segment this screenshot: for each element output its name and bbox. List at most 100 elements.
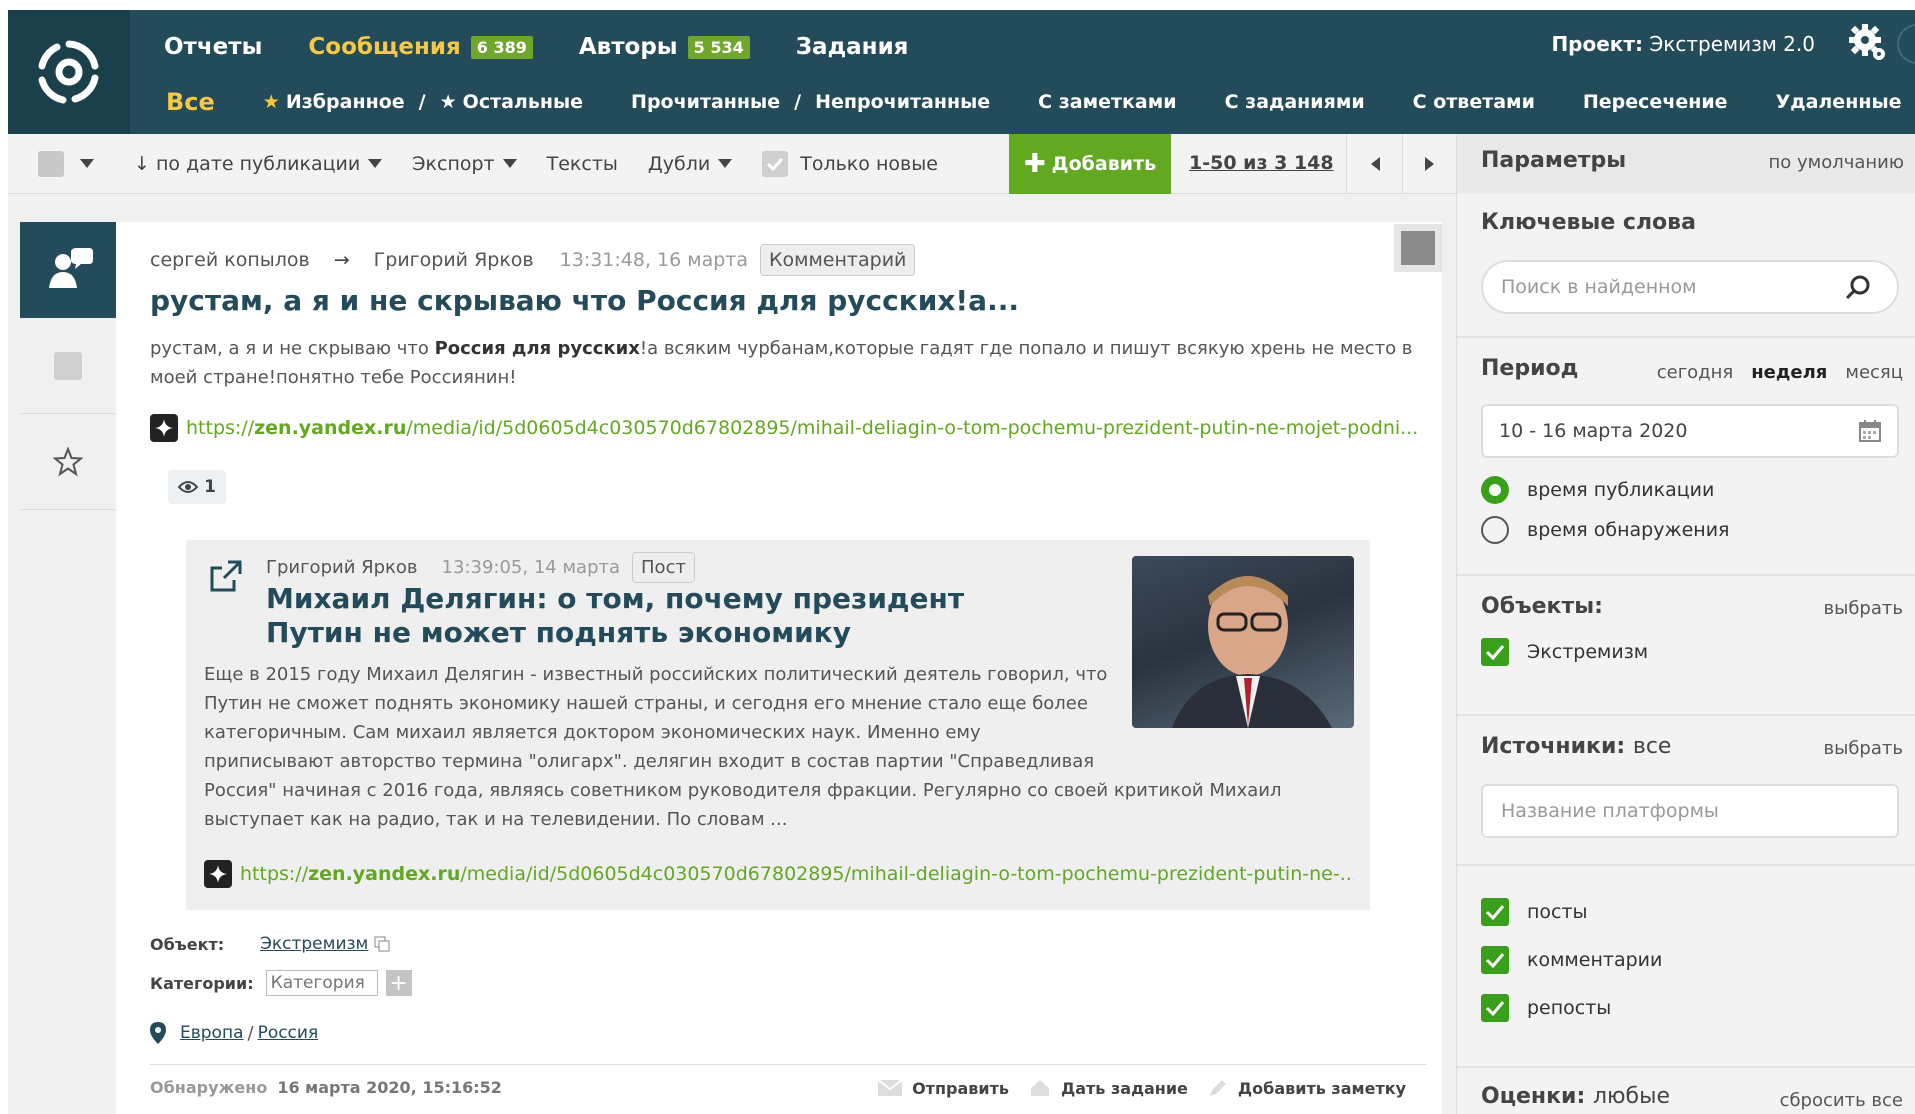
link-prefix: https:// — [240, 863, 309, 885]
dupes-dropdown[interactable]: Дубли — [647, 152, 733, 175]
object-checkbox-extremism[interactable]: Экстремизм — [1481, 638, 1648, 666]
period-month[interactable]: месяц — [1845, 362, 1903, 383]
filter-deleted[interactable]: Удаленные — [1776, 91, 1902, 113]
type-checkbox-reposts[interactable]: репосты — [1481, 994, 1611, 1022]
chevron-down-icon — [718, 158, 733, 168]
date-range-field[interactable]: 10 - 16 марта 2020 — [1481, 404, 1899, 458]
message-link[interactable]: https://zen.yandex.ru/media/id/5d0605d4c… — [150, 414, 1430, 442]
message-side-actions — [20, 222, 116, 1114]
collapse-button[interactable] — [1897, 24, 1915, 64]
message-select-checkbox[interactable] — [1394, 224, 1442, 272]
sources-title-label: Источники: — [1481, 734, 1626, 759]
export-label: Экспорт — [412, 152, 495, 175]
detected-info: Обнаружено 16 марта 2020, 15:16:52 — [150, 1078, 502, 1097]
radio-publication-time[interactable]: время публикации — [1481, 476, 1714, 504]
period-today[interactable]: сегодня — [1657, 362, 1733, 383]
geo-region-link[interactable]: Европа — [180, 1023, 243, 1043]
check-icon — [1485, 1001, 1505, 1016]
add-category-button[interactable]: + — [385, 970, 412, 996]
filter-all[interactable]: Все — [166, 88, 215, 116]
add-label: Добавить — [1051, 153, 1157, 175]
geo-country-link[interactable]: Россия — [258, 1023, 319, 1043]
message-title[interactable]: рустам, а я и не скрываю что Россия для … — [150, 284, 1019, 317]
sources-title: Источники: все — [1481, 734, 1671, 759]
pencil-icon — [1209, 1080, 1226, 1096]
ratings-title: Оценки: любые — [1481, 1084, 1670, 1109]
export-dropdown[interactable]: Экспорт — [412, 152, 517, 175]
nav-tasks-label: Задания — [795, 34, 909, 60]
zen-icon — [204, 860, 232, 888]
nav-reports[interactable]: Отчеты — [164, 34, 262, 60]
radio-checked — [1481, 476, 1509, 504]
filter-unread[interactable]: Непрочитанные — [815, 91, 990, 113]
parameters-panel: Параметры по умолчанию Ключевые слова Пе… — [1456, 134, 1915, 1114]
filter-intersection[interactable]: Пересечение — [1583, 91, 1728, 113]
check-icon — [1485, 645, 1505, 660]
favorite-button[interactable] — [20, 414, 116, 510]
message-checkbox[interactable] — [20, 318, 116, 414]
reset-all-link[interactable]: сбросить все — [1780, 1090, 1903, 1111]
check-icon — [1485, 953, 1505, 968]
type-checkbox-comments[interactable]: комментарии — [1481, 946, 1662, 974]
period-title: Период — [1481, 356, 1579, 381]
only-new-toggle[interactable]: Только новые — [762, 150, 938, 177]
filter-with-tasks[interactable]: С заданиями — [1225, 91, 1365, 113]
filter-others[interactable]: ★ Остальные — [440, 91, 583, 113]
filter-favorites[interactable]: ★ Избранное — [263, 91, 405, 113]
chevron-down-icon[interactable] — [80, 158, 94, 169]
objects-select-link[interactable]: выбрать — [1824, 598, 1903, 619]
category-input[interactable] — [265, 970, 378, 996]
object-label: Объект: — [150, 934, 225, 954]
logo[interactable] — [8, 10, 130, 134]
nav-messages[interactable]: Сообщения 6 389 — [308, 34, 533, 60]
check-icon — [1485, 905, 1505, 920]
copy-icon[interactable] — [374, 936, 390, 952]
section-divider — [1457, 714, 1915, 716]
search-icon[interactable] — [1845, 274, 1871, 300]
filter-read[interactable]: Прочитанные — [631, 91, 780, 113]
filter-with-replies[interactable]: С ответами — [1413, 91, 1535, 113]
calendar-icon[interactable] — [1859, 420, 1881, 442]
pagination-info[interactable]: 1-50 из 3 148 — [1189, 152, 1334, 174]
quote-title[interactable]: Михаил Делягин: о том, почему президент … — [266, 582, 1026, 650]
only-new-checkbox[interactable] — [762, 150, 789, 177]
reset-default-link[interactable]: по умолчанию — [1768, 152, 1904, 173]
author-from[interactable]: сергей копылов — [150, 249, 310, 271]
period-week[interactable]: неделя — [1751, 362, 1827, 383]
settings-button[interactable] — [1847, 22, 1887, 66]
nav-tasks[interactable]: Задания — [796, 34, 909, 60]
message-time: 13:31:48, 16 марта — [559, 249, 749, 271]
send-label: Отправить — [912, 1078, 1009, 1098]
dupes-label: Дубли — [647, 152, 711, 175]
platform-input[interactable] — [1501, 800, 1881, 822]
prev-page-button[interactable] — [1346, 134, 1402, 194]
keywords-title: Ключевые слова — [1481, 210, 1696, 235]
external-link-icon[interactable] — [208, 558, 244, 594]
radio-detection-time[interactable]: время обнаружения — [1481, 516, 1729, 544]
project-selector[interactable]: Проект: Экстремизм 2.0 — [1551, 32, 1815, 56]
object-link[interactable]: Экстремизм — [260, 934, 368, 954]
divider — [150, 1064, 1426, 1065]
type-checkbox-posts[interactable]: посты — [1481, 898, 1588, 926]
next-page-button[interactable] — [1402, 134, 1456, 194]
author-to[interactable]: Григорий Ярков — [374, 249, 534, 271]
add-note-button[interactable]: Добавить заметку — [1208, 1078, 1406, 1098]
quote-author[interactable]: Григорий Ярков — [266, 557, 418, 578]
send-button[interactable]: Отправить — [878, 1079, 1009, 1098]
filter-separator: / — [418, 91, 426, 113]
eye-icon — [178, 481, 199, 493]
nav-authors[interactable]: Авторы 5 534 — [579, 34, 750, 60]
radio-publication-label: время публикации — [1527, 479, 1715, 501]
add-button[interactable]: ✚ Добавить — [1009, 134, 1171, 194]
section-divider — [1457, 336, 1915, 338]
quote-link[interactable]: https://zen.yandex.ru/media/id/5d0605d4c… — [204, 860, 1354, 888]
select-all-checkbox[interactable] — [38, 150, 64, 177]
assign-task-button[interactable]: Дать задание — [1029, 1078, 1188, 1098]
detected-value: 16 марта 2020, 15:16:52 — [277, 1078, 502, 1097]
texts-button[interactable]: Тексты — [547, 153, 618, 175]
sort-dropdown[interactable]: ↓ по дате публикации — [134, 153, 383, 175]
filter-with-notes[interactable]: С заметками — [1038, 91, 1176, 113]
keywords-search-input[interactable] — [1501, 276, 1831, 298]
sources-select-link[interactable]: выбрать — [1824, 738, 1903, 759]
only-new-label: Только новые — [800, 152, 938, 175]
